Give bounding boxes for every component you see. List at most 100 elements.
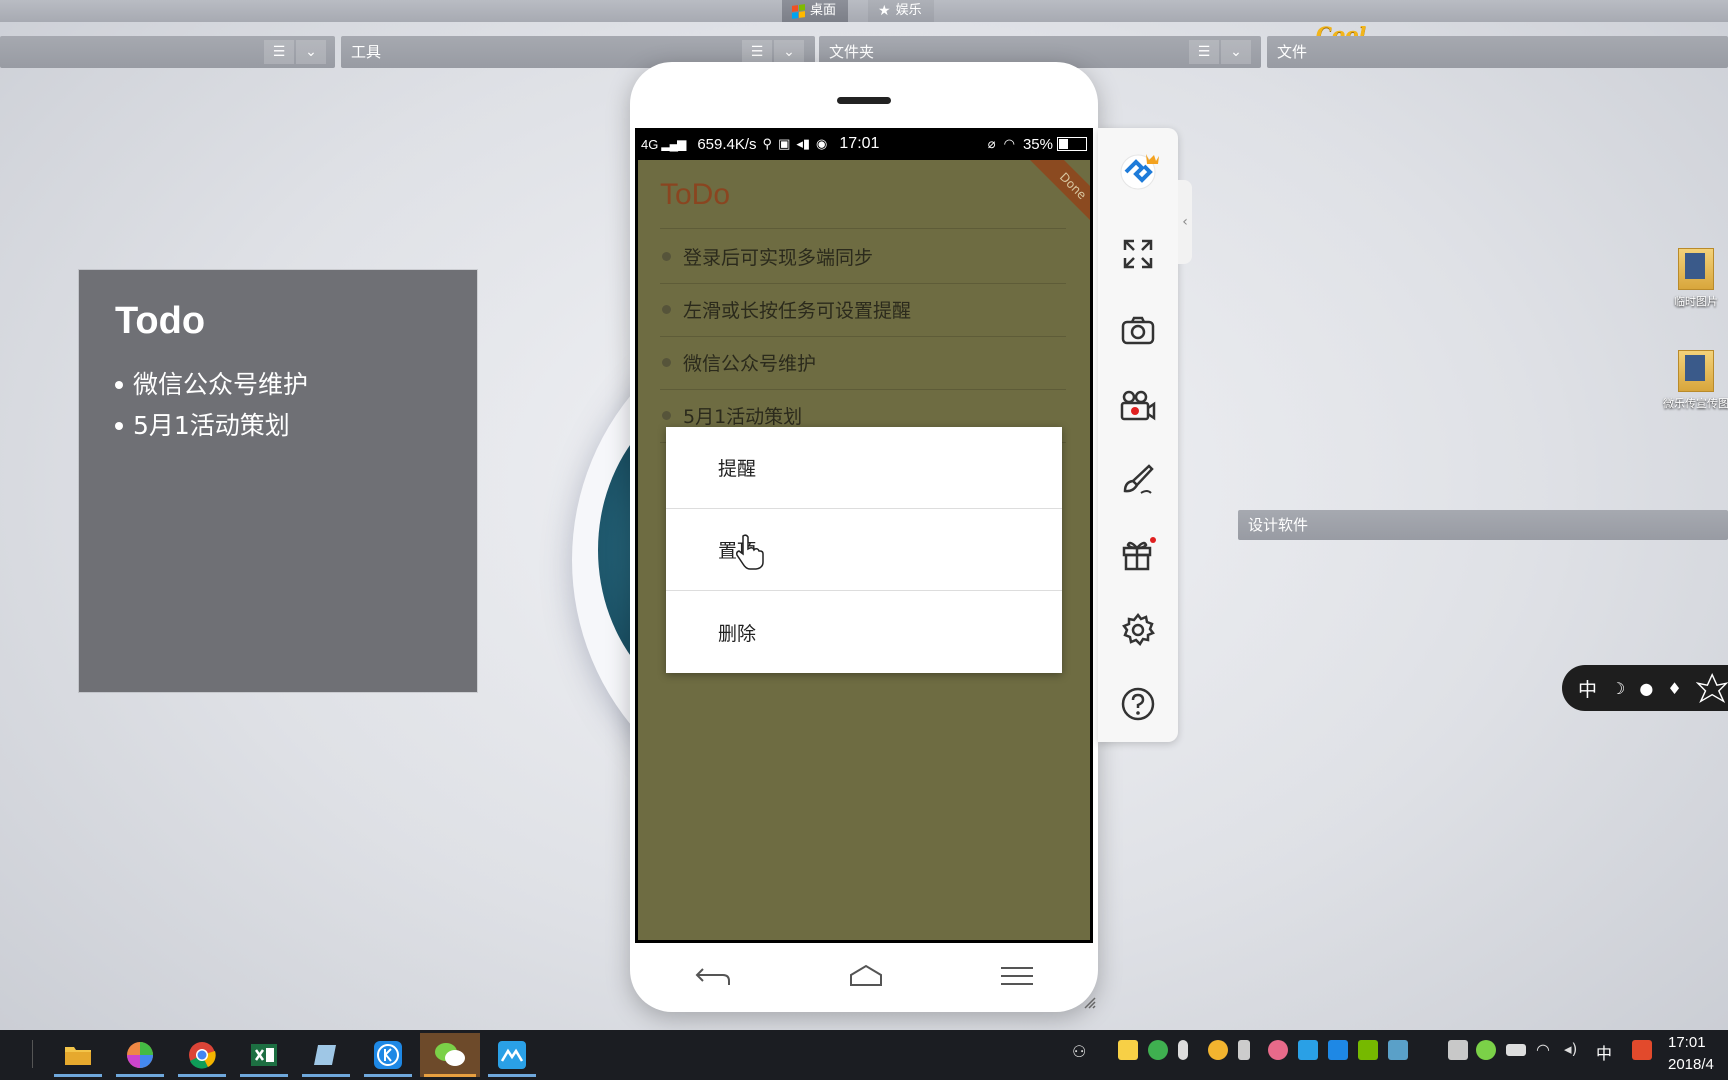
sogou-tray-icon[interactable] (1632, 1040, 1652, 1060)
desktop-icon-promo-images[interactable]: 微乐传宣传图 (1661, 350, 1728, 411)
brush-button[interactable] (1114, 456, 1162, 504)
nvidia-tray-icon[interactable] (1358, 1040, 1378, 1060)
task-context-menu: 提醒 置顶 删除 (666, 427, 1062, 673)
chevron-down-icon[interactable]: ⌄ (774, 40, 804, 64)
task-label: 登录后可实现多端同步 (683, 247, 874, 269)
mirror-tray-icon[interactable] (1298, 1040, 1318, 1060)
menu-item-remind[interactable]: 提醒 (666, 427, 1062, 509)
people-icon[interactable]: ⚇ (1072, 1042, 1086, 1061)
fence-controls-tools[interactable]: ☰ ⌄ (742, 40, 804, 64)
taskbar-kugou[interactable] (360, 1033, 416, 1077)
desktop-icon-temp-images[interactable]: 临时图片 (1661, 248, 1728, 309)
fullscreen-button[interactable] (1114, 230, 1162, 278)
folder-icon (1678, 248, 1714, 290)
todo-widget: Todo 微信公众号维护 5月1活动策划 (79, 270, 477, 692)
moon-icon[interactable]: ☽ (1611, 679, 1625, 698)
taskbar-explorer[interactable] (50, 1033, 106, 1077)
phone-nav-bar (635, 943, 1093, 1008)
menu-item-delete[interactable]: 删除 (666, 591, 1062, 673)
done-ribbon-label: Done (1025, 160, 1090, 234)
battery-tray-icon[interactable] (1506, 1044, 1526, 1056)
wechat-tray-icon[interactable] (1476, 1040, 1496, 1060)
phone-speaker (837, 97, 891, 104)
taskbar-clock[interactable]: 17:01 2018/4 (1668, 1032, 1728, 1076)
tab-entertainment-label: 娱乐 (895, 3, 922, 18)
excel-icon (251, 1044, 277, 1066)
gift-icon (1122, 537, 1156, 571)
globe-tray-icon[interactable] (1148, 1040, 1168, 1060)
kugou-icon (374, 1041, 402, 1069)
volume-tray-icon[interactable]: ◂) (1564, 1040, 1577, 1058)
flower-tray-icon[interactable] (1268, 1040, 1288, 1060)
usb-icon: ⚲ (762, 136, 773, 151)
folder-icon (65, 1047, 91, 1065)
ime-logo-icon[interactable] (1695, 671, 1728, 705)
network-label: 4G (641, 136, 659, 152)
kugou-tray-icon[interactable] (1328, 1040, 1348, 1060)
user-icon[interactable]: ● (1639, 679, 1653, 698)
sticky-notes-tray-icon[interactable] (1118, 1040, 1138, 1060)
list-icon[interactable]: ☰ (264, 40, 294, 64)
color-wheel-icon (127, 1042, 153, 1068)
task-row[interactable]: 微信公众号维护 (660, 336, 1066, 390)
bullet-icon (662, 411, 671, 420)
network-app-tray-icon[interactable] (1388, 1040, 1408, 1060)
clock-time: 17:01 (1668, 1034, 1706, 1051)
bullet-icon (662, 252, 671, 261)
notes-icon (314, 1045, 336, 1065)
chevron-down-icon[interactable]: ⌄ (296, 40, 326, 64)
taskbar-color-app[interactable] (112, 1033, 168, 1077)
collapse-panel-button[interactable]: ‹ (1178, 180, 1192, 264)
resize-grip-icon[interactable] (1083, 996, 1097, 1010)
ime-toolbar[interactable]: 中 ☽ ● ♦ (1562, 665, 1728, 711)
input-language[interactable]: 中 (1596, 1040, 1612, 1064)
taskbar-excel[interactable] (236, 1033, 292, 1077)
running-indicator (364, 1074, 412, 1077)
home-icon[interactable] (848, 963, 884, 989)
chevron-down-icon[interactable]: ⌄ (1221, 40, 1251, 64)
list-icon[interactable]: ☰ (742, 40, 772, 64)
divider (660, 228, 1066, 229)
fence-design-label: 设计软件 (1248, 516, 1309, 534)
task-row[interactable]: 登录后可实现多端同步 (660, 230, 1066, 284)
usb-tray-icon[interactable] (1238, 1040, 1250, 1060)
wifi-tray-icon[interactable]: ◠ (1536, 1040, 1550, 1059)
clock-date: 2018/4 (1668, 1056, 1714, 1073)
tab-desktop-label: 桌面 (810, 3, 837, 18)
taskbar-notes[interactable] (298, 1033, 354, 1077)
thermometer-tray-icon[interactable] (1178, 1040, 1188, 1060)
brush-icon (1123, 464, 1154, 494)
display-tray-icon[interactable] (1448, 1040, 1468, 1060)
shirt-icon[interactable]: ♦ (1667, 679, 1681, 698)
menu-item-label: 删除 (718, 622, 757, 645)
settings-button[interactable] (1114, 606, 1162, 654)
mute-icon: ⌀ (987, 136, 996, 151)
menu-icon[interactable] (999, 963, 1035, 989)
tab-entertainment[interactable]: ★ 娱乐 (868, 0, 934, 22)
task-row[interactable]: 左滑或长按任务可设置提醒 (660, 283, 1066, 337)
phone-status-bar: 4G ▂▄▆ 659.4K/s ⚲ ▣ ◂▮ ◉ 17:01 ⌀ ◠ 35% (635, 128, 1093, 160)
tab-desktop[interactable]: 桌面 (782, 0, 849, 22)
chevron-left-icon: ‹ (1182, 214, 1188, 230)
back-icon[interactable] (693, 963, 733, 989)
record-button[interactable] (1114, 382, 1162, 430)
ime-mode[interactable]: 中 (1578, 675, 1597, 702)
network-speed: 659.4K/s (697, 135, 757, 153)
list-icon[interactable]: ☰ (1189, 40, 1219, 64)
fullscreen-icon (1123, 239, 1153, 269)
gift-button[interactable] (1114, 530, 1162, 578)
taskbar-mirror-app[interactable] (484, 1033, 540, 1077)
wifi-icon: ◠ (1003, 136, 1015, 151)
menu-item-pin[interactable]: 置顶 (666, 509, 1062, 591)
desktop-icon-label: 临时图片 (1674, 295, 1718, 308)
qq-tray-icon[interactable] (1208, 1040, 1228, 1060)
help-button[interactable] (1114, 680, 1162, 728)
fence-controls-left[interactable]: ☰ ⌄ (264, 40, 326, 64)
screenshot-icon (1121, 316, 1155, 345)
running-indicator (54, 1074, 102, 1077)
settings-icon (1122, 612, 1155, 647)
screenshot-button[interactable] (1114, 306, 1162, 354)
taskbar-chrome[interactable] (174, 1033, 230, 1077)
taskbar-wechat[interactable] (420, 1033, 480, 1077)
fence-controls-folders[interactable]: ☰ ⌄ (1189, 40, 1251, 64)
